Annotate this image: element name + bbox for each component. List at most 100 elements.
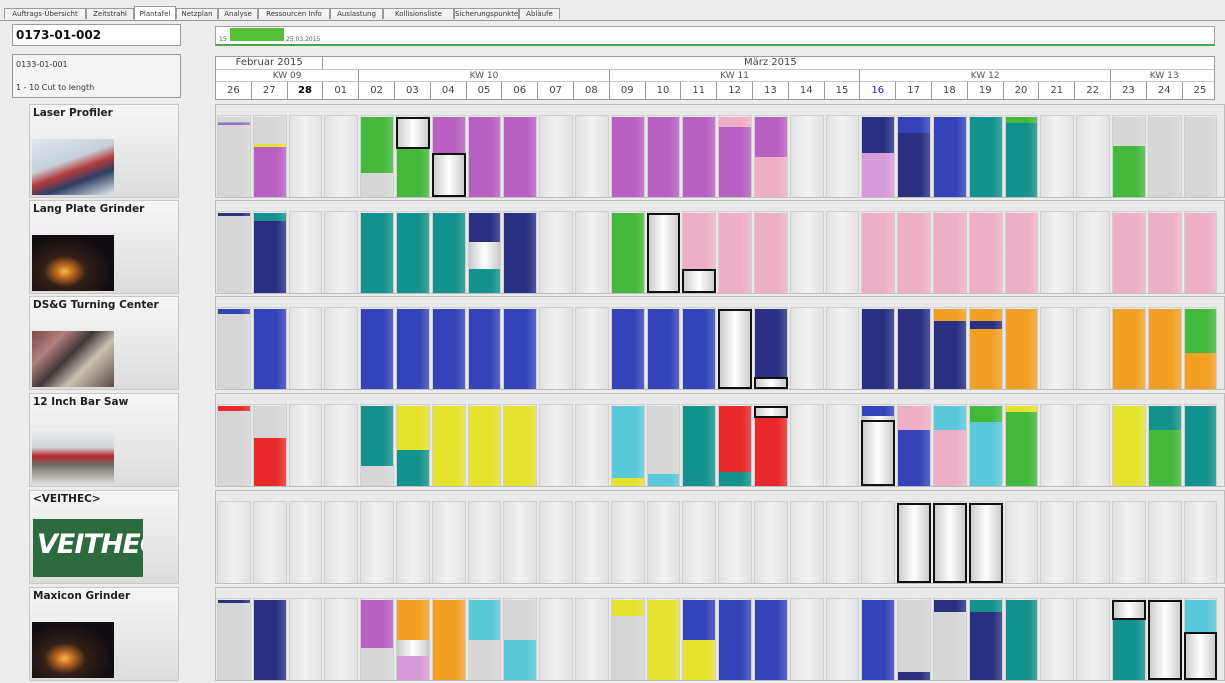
task-block[interactable]: [1113, 145, 1145, 197]
task-block[interactable]: [432, 406, 465, 486]
task-block[interactable]: [361, 600, 393, 648]
task-block[interactable]: [1113, 620, 1145, 680]
task-block[interactable]: [397, 406, 429, 450]
task-block[interactable]: [432, 213, 465, 293]
task-block[interactable]: [253, 221, 286, 293]
task-block[interactable]: [862, 153, 895, 197]
task-block[interactable]: [1005, 600, 1038, 680]
task-block[interactable]: [647, 117, 680, 197]
task-block[interactable]: [934, 600, 966, 612]
task-block[interactable]: [647, 309, 680, 389]
task-block[interactable]: [218, 216, 250, 293]
task-block[interactable]: [755, 600, 787, 680]
tab-1[interactable]: Auftrags-Übersicht: [4, 8, 86, 19]
tab-9[interactable]: Sicherungspunkte: [454, 8, 519, 19]
task-block[interactable]: [361, 213, 393, 293]
selected-task-frame[interactable]: [1183, 632, 1218, 680]
task-block[interactable]: [934, 430, 966, 486]
task-block[interactable]: [898, 600, 930, 672]
task-block[interactable]: [397, 450, 429, 486]
resource-label[interactable]: 12 Inch Bar Saw: [29, 393, 179, 487]
task-block[interactable]: [1148, 117, 1181, 197]
task-block[interactable]: [468, 600, 501, 640]
task-block[interactable]: [611, 213, 644, 293]
task-block[interactable]: [1005, 213, 1038, 293]
task-block[interactable]: [397, 600, 429, 640]
task-block[interactable]: [1148, 430, 1181, 486]
task-block[interactable]: [504, 600, 537, 640]
task-block[interactable]: [1148, 213, 1181, 293]
task-block[interactable]: [468, 640, 501, 680]
selected-task-frame[interactable]: [1112, 600, 1146, 620]
task-block[interactable]: [253, 406, 286, 438]
task-block[interactable]: [719, 471, 751, 486]
task-block[interactable]: [647, 600, 680, 680]
task-block[interactable]: [647, 406, 680, 474]
task-block[interactable]: [611, 406, 644, 478]
task-block[interactable]: [468, 241, 501, 269]
selected-task-frame[interactable]: [754, 377, 788, 389]
task-block[interactable]: [432, 117, 465, 153]
task-block[interactable]: [1113, 309, 1145, 389]
task-block[interactable]: [755, 157, 787, 197]
task-block[interactable]: [504, 309, 537, 389]
task-block[interactable]: [1005, 123, 1038, 197]
resource-label[interactable]: DS&G Turning Center: [29, 296, 179, 390]
tab-6[interactable]: Ressourcen Info: [258, 8, 330, 19]
task-block[interactable]: [969, 406, 1002, 422]
task-block[interactable]: [862, 117, 895, 153]
task-block[interactable]: [1005, 412, 1038, 486]
task-block[interactable]: [1184, 213, 1217, 293]
task-block[interactable]: [468, 309, 501, 389]
task-block[interactable]: [1184, 353, 1217, 389]
task-block[interactable]: [1148, 309, 1181, 389]
task-block[interactable]: [1184, 406, 1217, 486]
task-block[interactable]: [647, 474, 680, 486]
task-block[interactable]: [862, 600, 895, 680]
task-block[interactable]: [934, 213, 966, 293]
task-block[interactable]: [969, 422, 1002, 486]
task-block[interactable]: [361, 117, 393, 173]
task-block[interactable]: [468, 406, 501, 486]
task-block[interactable]: [397, 640, 429, 656]
order-number-field[interactable]: 0173-01-002: [12, 24, 181, 46]
selected-task-frame[interactable]: [754, 406, 788, 418]
task-block[interactable]: [361, 309, 393, 389]
task-block[interactable]: [468, 117, 501, 197]
selected-task-frame[interactable]: [646, 213, 681, 293]
tab-3[interactable]: Plantafel: [134, 6, 176, 20]
selected-task-frame[interactable]: [718, 309, 752, 389]
task-block[interactable]: [683, 406, 716, 486]
task-block[interactable]: [361, 173, 393, 197]
task-block[interactable]: [862, 406, 895, 416]
task-block[interactable]: [504, 213, 537, 293]
selected-task-frame[interactable]: [682, 269, 717, 293]
task-block[interactable]: [719, 126, 751, 197]
tab-10[interactable]: Abläufe: [519, 8, 560, 19]
task-block[interactable]: [683, 309, 716, 389]
selected-task-frame[interactable]: [431, 153, 466, 197]
task-block[interactable]: [253, 438, 286, 486]
task-block[interactable]: [969, 600, 1002, 612]
resource-label[interactable]: Laser Profiler: [29, 104, 179, 198]
tab-8[interactable]: Kollisionsliste: [383, 8, 454, 19]
task-block[interactable]: [218, 313, 250, 389]
task-block[interactable]: [683, 213, 716, 269]
task-block[interactable]: [969, 612, 1002, 680]
task-block[interactable]: [1184, 600, 1217, 632]
task-block[interactable]: [755, 213, 787, 293]
selected-task-frame[interactable]: [396, 117, 430, 149]
task-block[interactable]: [755, 309, 787, 377]
task-block[interactable]: [432, 309, 465, 389]
task-block[interactable]: [934, 309, 966, 321]
task-block[interactable]: [898, 430, 930, 486]
tab-2[interactable]: Zeitstrahl: [86, 8, 134, 19]
tab-4[interactable]: Netzplan: [176, 8, 218, 19]
tab-5[interactable]: Analyse: [218, 8, 258, 19]
selected-task-frame[interactable]: [933, 503, 967, 583]
task-block[interactable]: [969, 321, 1002, 329]
task-block[interactable]: [1113, 117, 1145, 146]
selected-task-frame[interactable]: [968, 503, 1003, 583]
task-block[interactable]: [253, 146, 286, 197]
resource-label[interactable]: <VEITHEC> VEITHEC: [29, 490, 179, 584]
